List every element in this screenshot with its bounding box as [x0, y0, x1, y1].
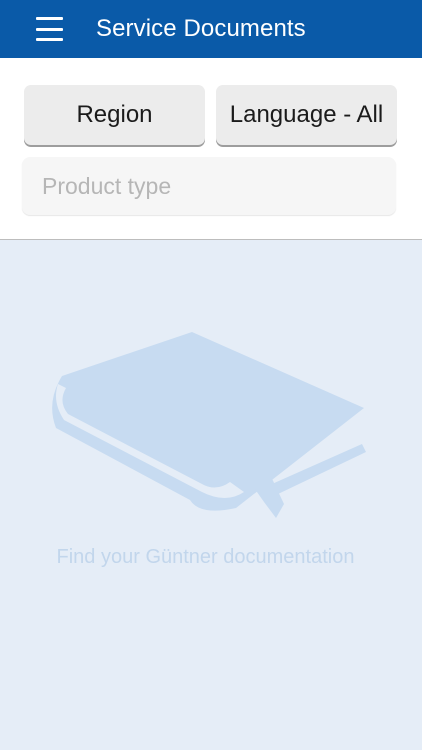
book-icon — [52, 332, 366, 518]
filter-panel: Region Language - All — [0, 58, 422, 240]
menu-line — [36, 17, 63, 20]
results-area: Find your Güntner documentation — [0, 240, 422, 750]
menu-line — [36, 38, 63, 41]
language-button[interactable]: Language - All — [216, 85, 397, 145]
hamburger-menu-icon[interactable] — [36, 17, 66, 41]
menu-line — [36, 27, 63, 31]
page-title: Service Documents — [96, 15, 306, 42]
product-type-input[interactable] — [22, 157, 396, 215]
empty-state-message: Find your Güntner documentation — [56, 546, 355, 568]
app-bar: Service Documents — [0, 0, 422, 58]
region-button[interactable]: Region — [24, 85, 205, 145]
